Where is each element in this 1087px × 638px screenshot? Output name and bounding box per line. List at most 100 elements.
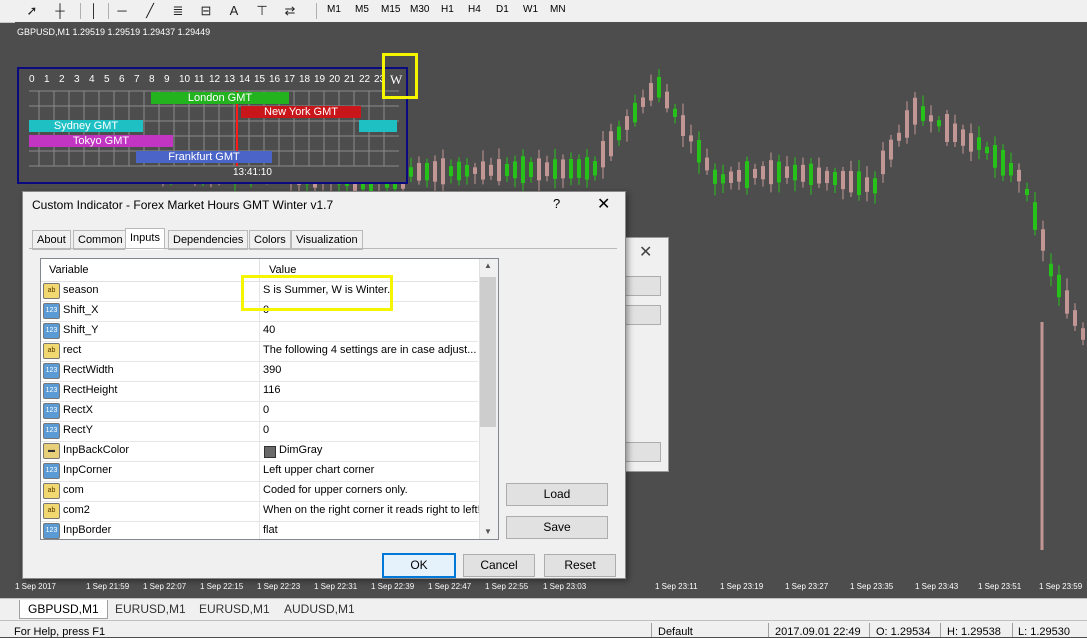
close-icon[interactable]: ✕ xyxy=(597,194,610,214)
variable-name: InpBorder xyxy=(63,524,112,536)
close-icon[interactable]: ✕ xyxy=(639,242,652,262)
custom-indicator-dialog: Custom Indicator - Forex Market Hours GM… xyxy=(22,191,626,579)
candle-body xyxy=(913,97,917,125)
candle-body xyxy=(633,102,637,123)
variable-value[interactable]: flat xyxy=(263,524,278,536)
cursor-icon[interactable]: ➚ xyxy=(24,3,40,19)
table-row[interactable]: ▬ InpBackColor DimGray xyxy=(41,441,478,462)
candle-body xyxy=(641,97,645,107)
tab-common[interactable]: Common xyxy=(73,230,128,250)
candle-body xyxy=(697,139,701,163)
table-row[interactable]: 123 RectWidth 390 xyxy=(41,361,478,382)
timeframe-m5[interactable]: M5 xyxy=(355,4,369,15)
fibonacci-icon[interactable]: ≣ xyxy=(170,3,186,19)
variable-value[interactable]: DimGray xyxy=(279,444,322,456)
save-button[interactable]: Save xyxy=(506,516,608,539)
variable-value[interactable]: The following 4 settings are in case adj… xyxy=(263,344,476,356)
chart-tab-gbpusd[interactable]: GBPUSD,M1 xyxy=(19,600,108,619)
timeframe-mn[interactable]: MN xyxy=(550,4,566,15)
time-label: 1 Sep 23:19 xyxy=(720,582,764,591)
timeframe-w1[interactable]: W1 xyxy=(523,4,538,15)
variable-value[interactable]: Coded for upper corners only. xyxy=(263,484,408,496)
toolbar-separator xyxy=(108,3,109,19)
candle-body xyxy=(1065,290,1069,314)
chart-tab-audusd[interactable]: AUDUSD,M1 xyxy=(284,602,355,616)
tab-inputs[interactable]: Inputs xyxy=(125,228,165,250)
variable-name: com xyxy=(63,484,84,496)
timeframe-m1[interactable]: M1 xyxy=(327,4,341,15)
text-icon[interactable]: A xyxy=(226,3,242,19)
column-divider xyxy=(259,401,260,421)
text-label-icon[interactable]: ⊤ xyxy=(254,3,270,19)
table-row[interactable]: 123 RectHeight 116 xyxy=(41,381,478,402)
variable-value[interactable]: 0 xyxy=(263,404,269,416)
background-button[interactable] xyxy=(621,276,661,296)
candle-body xyxy=(969,133,973,152)
variable-value[interactable]: 40 xyxy=(263,324,275,336)
status-separator xyxy=(940,623,941,637)
label-icon[interactable]: ⊟ xyxy=(198,3,214,19)
tab-colors[interactable]: Colors xyxy=(249,230,291,250)
candle-body xyxy=(1025,188,1029,196)
timeframe-h1[interactable]: H1 xyxy=(441,4,454,15)
table-row[interactable]: ab rect The following 4 settings are in ca… xyxy=(41,341,478,362)
timeframe-d1[interactable]: D1 xyxy=(496,4,509,15)
hour-label: 9 xyxy=(164,74,170,85)
crosshair-icon[interactable]: ┼ xyxy=(52,3,68,19)
number-type-icon: 123 xyxy=(43,403,60,419)
variable-value[interactable]: 390 xyxy=(263,364,281,376)
candle-body xyxy=(1081,328,1085,340)
arrows-icon[interactable]: ⇄ xyxy=(282,3,298,19)
tab-dependencies[interactable]: Dependencies xyxy=(168,230,249,250)
candle-body xyxy=(753,168,757,179)
candle-body xyxy=(937,120,941,127)
sydney-session-bar: Sydney GMT xyxy=(29,120,143,132)
string-type-icon: ab xyxy=(43,343,60,359)
trendline-icon[interactable]: ╱ xyxy=(142,3,158,19)
horizontal-line-icon[interactable]: ─ xyxy=(114,3,130,19)
variable-value[interactable]: 0 xyxy=(263,424,269,436)
table-row[interactable]: ab com Coded for upper corners only. xyxy=(41,481,478,502)
background-button[interactable] xyxy=(621,442,661,462)
variable-value[interactable]: 116 xyxy=(263,384,281,396)
table-row[interactable]: 123 RectX 0 xyxy=(41,401,478,422)
timeframe-h4[interactable]: H4 xyxy=(468,4,481,15)
toolbar: ➚ ┼ │ ─ ╱ ≣ ⊟ A ⊤ ⇄ M1 M5 M15 M30 H1 H4 … xyxy=(0,0,1087,23)
tokyo-session-bar: Tokyo GMT xyxy=(29,135,173,147)
candle-body xyxy=(609,131,613,157)
table-row[interactable]: 123 InpBorder flat xyxy=(41,521,478,539)
table-row[interactable]: 123 InpCorner Left upper chart corner xyxy=(41,461,478,482)
table-row[interactable]: 123 RectY 0 xyxy=(41,421,478,442)
background-button[interactable] xyxy=(621,305,661,325)
timeframe-m30[interactable]: M30 xyxy=(410,4,429,15)
load-button[interactable]: Load xyxy=(506,483,608,506)
toolbar-separator xyxy=(80,3,81,19)
color-type-icon: ▬ xyxy=(43,443,60,459)
table-row[interactable]: 123 Shift_Y 40 xyxy=(41,321,478,342)
hour-label: 18 xyxy=(299,74,311,85)
timeframe-m15[interactable]: M15 xyxy=(381,4,400,15)
scroll-up-icon[interactable]: ▲ xyxy=(484,261,492,270)
variable-value[interactable]: When on the right corner it reads right … xyxy=(263,504,481,516)
chart-tab-eurusd-2[interactable]: EURUSD,M1 xyxy=(199,602,270,616)
chart-tab-eurusd[interactable]: EURUSD,M1 xyxy=(115,602,186,616)
candle-body xyxy=(1033,202,1037,230)
scrollbar-thumb[interactable] xyxy=(480,277,496,427)
time-label: 1 Sep 21:59 xyxy=(86,582,130,591)
candle-body xyxy=(425,162,429,181)
status-bar: For Help, press F1 Default 2017.09.01 22… xyxy=(0,620,1087,638)
candle-body xyxy=(793,164,797,181)
help-icon[interactable]: ? xyxy=(553,196,560,211)
reset-button[interactable]: Reset xyxy=(544,554,616,577)
vertical-line-icon[interactable]: │ xyxy=(86,3,102,19)
tab-about[interactable]: About xyxy=(32,230,71,250)
candle-body xyxy=(921,106,925,121)
table-row[interactable]: ab com2 When on the right corner it reads … xyxy=(41,501,481,522)
variable-value[interactable]: Left upper chart corner xyxy=(263,464,374,476)
cancel-button[interactable]: Cancel xyxy=(463,554,535,577)
scroll-down-icon[interactable]: ▼ xyxy=(484,527,492,536)
ok-button[interactable]: OK xyxy=(382,553,456,578)
time-label: 1 Sep 2017 xyxy=(15,582,56,591)
candle-body xyxy=(737,169,741,182)
tab-visualization[interactable]: Visualization xyxy=(291,230,363,250)
